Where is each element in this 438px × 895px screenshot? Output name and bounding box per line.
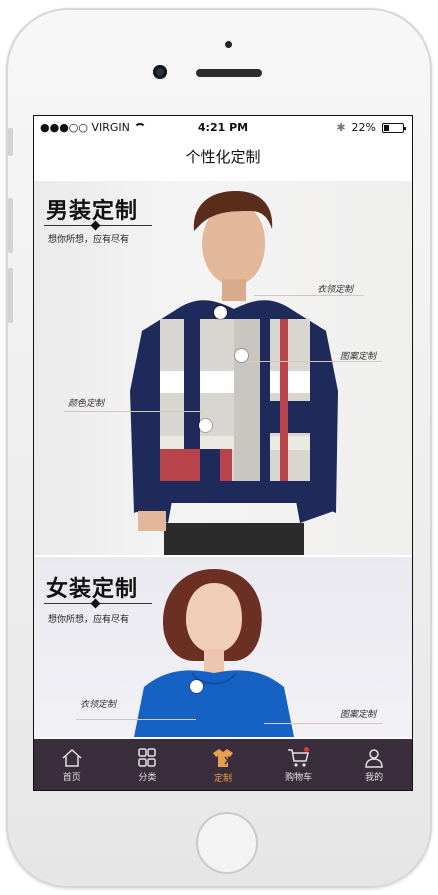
battery-percent: 22% — [351, 121, 376, 134]
men-section-subtitle: 想你所想，应有尽有 — [48, 235, 130, 245]
tab-profile[interactable]: 我的 — [336, 739, 412, 790]
men-customization-banner[interactable]: 男装定制 想你所想，应有尽有 衣领定制 图案定制 颜色定制 — [34, 181, 412, 555]
tab-cart[interactable]: 购物车 — [261, 739, 337, 790]
men-color-hotspot[interactable] — [199, 419, 212, 432]
tailoring-icon — [212, 748, 233, 767]
men-color-line — [64, 411, 202, 412]
tab-category[interactable]: 分类 — [110, 739, 186, 790]
men-tag-color[interactable]: 颜色定制 — [68, 396, 104, 409]
mute-switch — [8, 128, 13, 156]
men-section-title: 男装定制 — [46, 198, 139, 224]
tab-home[interactable]: 首页 — [34, 739, 110, 790]
tab-profile-label: 我的 — [365, 772, 384, 783]
women-tag-pattern[interactable]: 图案定制 — [340, 707, 376, 720]
women-section-title: 女装定制 — [46, 576, 139, 602]
women-customization-banner[interactable]: 女装定制 想你所想，应有尽有 衣领定制 图案定制 — [34, 557, 412, 737]
tab-cart-label: 购物车 — [285, 772, 313, 783]
home-icon — [62, 748, 82, 767]
men-collar-hotspot[interactable] — [214, 306, 227, 319]
men-collar-line — [254, 295, 364, 296]
men-tag-collar[interactable]: 衣领定制 — [317, 282, 353, 295]
tab-customize[interactable]: 定制 — [185, 739, 261, 790]
user-icon — [365, 748, 383, 768]
home-button[interactable] — [196, 812, 258, 874]
tab-home-label: 首页 — [62, 772, 81, 783]
men-pattern-hotspot[interactable] — [235, 349, 248, 362]
battery-icon — [382, 122, 406, 133]
bluetooth-icon: ✱ — [336, 121, 346, 134]
women-collar-line — [76, 719, 196, 720]
tab-category-label: 分类 — [138, 772, 157, 783]
volume-up-button — [8, 198, 13, 253]
volume-down-button — [8, 268, 13, 323]
status-bar: ●●●○○ VIRGIN 4:21 PM ✱ 22% — [34, 116, 412, 138]
screen: ●●●○○ VIRGIN 4:21 PM ✱ 22% 个性化定制 男装定制 想你… — [33, 115, 413, 791]
grid-icon — [138, 747, 157, 767]
women-pattern-line — [264, 723, 382, 724]
earpiece — [196, 69, 262, 77]
proximity-sensor — [225, 41, 232, 48]
women-section-subtitle: 想你所想，应有尽有 — [48, 615, 130, 625]
page-title: 个性化定制 — [185, 148, 261, 166]
front-camera — [153, 65, 167, 79]
bottom-tab-bar: 首页 分类 定制 购物车 我的 — [34, 739, 412, 790]
women-tag-collar[interactable]: 衣领定制 — [80, 697, 116, 710]
women-collar-hotspot[interactable] — [190, 680, 203, 693]
men-tag-pattern[interactable]: 图案定制 — [340, 349, 376, 362]
cart-badge-dot — [303, 747, 309, 752]
tab-customize-label: 定制 — [213, 773, 232, 784]
